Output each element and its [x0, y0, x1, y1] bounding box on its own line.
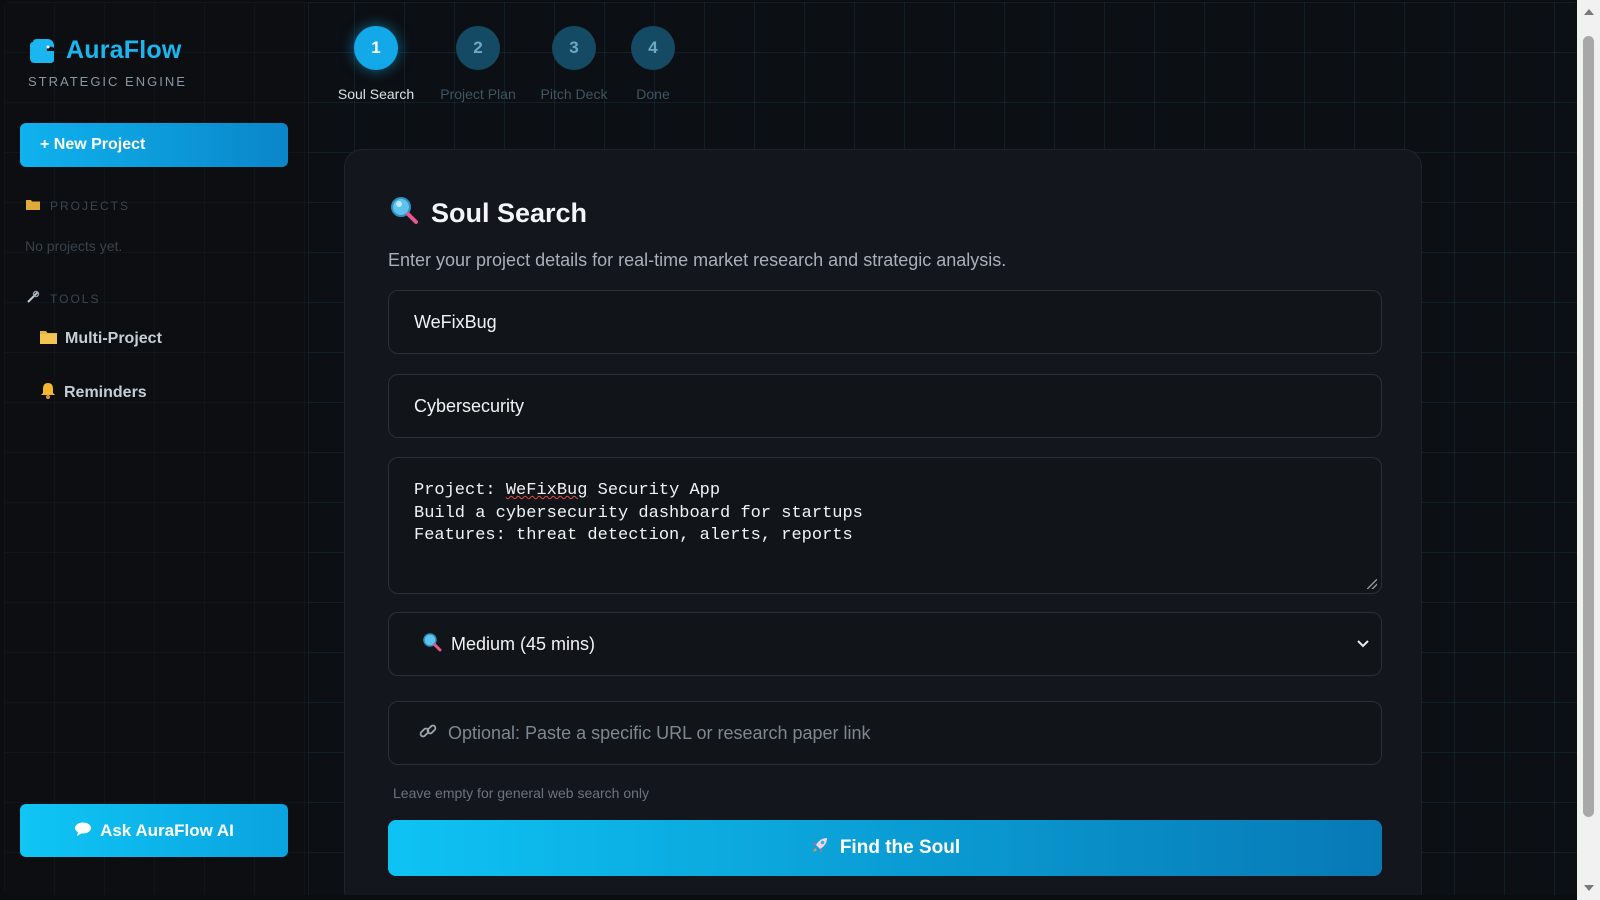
projects-heading: PROJECTS — [26, 198, 130, 213]
tool-item-label: Multi-Project — [65, 330, 162, 347]
folder-icon — [40, 329, 57, 349]
step-number: 1 — [354, 26, 398, 70]
magnifier-icon — [422, 632, 442, 657]
projects-heading-label: PROJECTS — [50, 198, 131, 213]
step-soul-search[interactable]: 1 Soul Search — [333, 26, 419, 102]
tool-item-label: Reminders — [64, 384, 147, 401]
details-line: Build a cybersecurity dashboard for star… — [414, 503, 863, 523]
projects-empty-note: No projects yet. — [25, 238, 123, 254]
project-name-input[interactable]: WeFixBug — [388, 290, 1382, 354]
scroll-up-arrow-icon[interactable] — [1584, 9, 1594, 15]
misspelled-word: WeFixBug — [505, 481, 588, 500]
brand-subtitle: STRATEGIC ENGINE — [28, 74, 187, 89]
resize-handle[interactable] — [1367, 579, 1377, 589]
scroll-down-arrow-icon[interactable] — [1584, 885, 1594, 891]
tools-heading-label: TOOLS — [50, 291, 101, 306]
new-project-button[interactable]: + New Project — [20, 123, 288, 167]
sidebar: AuraFlow STRATEGIC ENGINE + New Project … — [4, 2, 309, 895]
speech-bubble-icon — [74, 821, 92, 841]
step-label: Project Plan — [440, 86, 516, 102]
find-the-soul-button[interactable]: Find the Soul — [388, 820, 1382, 876]
step-project-plan[interactable]: 2 Project Plan — [434, 26, 522, 102]
details-line-prefix: Project: — [414, 481, 506, 500]
brand: AuraFlow STRATEGIC ENGINE — [28, 36, 187, 89]
url-placeholder: Optional: Paste a specific URL or resear… — [448, 722, 871, 743]
card-title-label: Soul Search — [431, 198, 588, 228]
link-icon — [418, 721, 438, 746]
step-done[interactable]: 4 Done — [625, 26, 681, 102]
app-window: AuraFlow STRATEGIC ENGINE + New Project … — [4, 2, 1579, 895]
tools-icon — [26, 290, 40, 307]
step-label: Soul Search — [337, 86, 415, 102]
step-label: Done — [636, 86, 670, 102]
card-description: Enter your project details for real-time… — [388, 250, 1007, 270]
details-line: Features: threat detection, alerts, repo… — [414, 526, 853, 545]
step-number: 2 — [456, 26, 500, 70]
tool-item-multi-project[interactable]: Multi-Project — [40, 329, 162, 349]
tool-item-reminders[interactable]: Reminders — [40, 382, 147, 404]
rocket-icon — [810, 835, 830, 861]
industry-input[interactable]: Cybersecurity — [388, 374, 1382, 438]
research-depth-select[interactable]: Medium (45 mins) — [388, 612, 1382, 676]
scroll-thumb[interactable] — [1583, 36, 1594, 817]
url-helper-text: Leave empty for general web search only — [393, 785, 650, 801]
chevron-down-icon — [1355, 635, 1371, 651]
brand-name: AuraFlow — [66, 36, 182, 64]
ask-ai-button[interactable]: Ask AuraFlow AI — [20, 804, 288, 857]
brain-logo-icon — [28, 38, 56, 64]
find-the-soul-label: Find the Soul — [839, 837, 961, 858]
folder-icon — [26, 198, 40, 213]
tools-heading: TOOLS — [26, 290, 100, 307]
magnifier-icon — [389, 195, 419, 232]
step-pitch-deck[interactable]: 3 Pitch Deck — [534, 26, 614, 102]
scrollbar[interactable] — [1577, 0, 1600, 900]
selected-option: Medium (45 mins) — [451, 633, 596, 654]
step-number: 4 — [631, 26, 675, 70]
soul-search-card: Soul Search Enter your project details f… — [344, 149, 1422, 895]
url-input[interactable]: Optional: Paste a specific URL or resear… — [388, 701, 1382, 765]
project-details-textarea[interactable]: Project: WeFixBug Security App Build a c… — [388, 457, 1382, 594]
details-line-suffix: Security App — [587, 481, 721, 500]
ask-ai-label: Ask AuraFlow AI — [100, 820, 234, 840]
card-title: Soul Search — [389, 195, 587, 232]
step-label: Pitch Deck — [540, 86, 608, 102]
step-number: 3 — [552, 26, 596, 70]
bell-icon — [40, 382, 56, 404]
